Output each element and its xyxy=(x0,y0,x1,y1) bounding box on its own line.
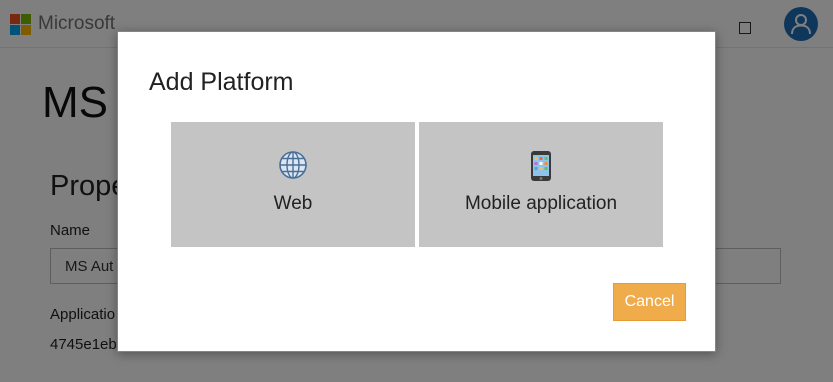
web-platform-option[interactable]: Web xyxy=(171,122,415,247)
cancel-button[interactable]: Cancel xyxy=(613,283,686,321)
web-option-label: Web xyxy=(273,193,313,214)
mobile-phone-icon xyxy=(531,151,551,181)
add-platform-dialog: Add Platform Web Mobile application Canc… xyxy=(117,31,716,352)
mobile-platform-option[interactable]: Mobile application xyxy=(419,122,663,247)
globe-icon xyxy=(279,151,307,179)
dialog-title: Add Platform xyxy=(149,68,294,96)
mobile-option-label: Mobile application xyxy=(464,193,618,214)
